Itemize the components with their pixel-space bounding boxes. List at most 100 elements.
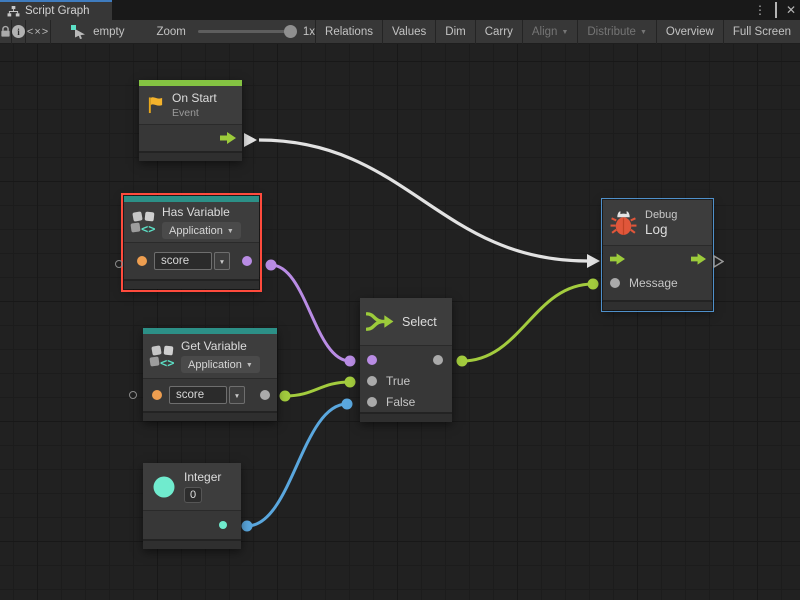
chevron-down-icon: ▼ — [234, 393, 240, 400]
has-variable-floating-input-port[interactable] — [115, 260, 123, 268]
variable-kind-dropdown[interactable]: Application▼ — [162, 222, 241, 239]
script-graph-window: Script Graph ⋮ ✕ i <×> e — [0, 0, 800, 600]
node-select[interactable]: Select True False — [360, 298, 452, 422]
variable-icon: <> — [149, 344, 175, 368]
wire-getvariable-to-true-endpoint[interactable] — [345, 377, 356, 388]
wire-hasvariable-to-select[interactable] — [271, 265, 350, 361]
wire-select-to-message-endpoint[interactable] — [588, 279, 599, 290]
variable-name-dropdown-button[interactable]: ▼ — [229, 386, 245, 404]
tab-title: Script Graph — [25, 5, 90, 17]
wire-onstart-to-log-arrow[interactable] — [587, 254, 600, 268]
node-title: On Start — [172, 91, 217, 105]
node-on-start[interactable]: On Start Event — [139, 80, 242, 161]
selection-status-label: empty — [93, 26, 124, 38]
value-output-port[interactable] — [260, 390, 270, 400]
align-dropdown[interactable]: Align▼ — [523, 20, 578, 44]
zoom-slider[interactable] — [198, 30, 293, 33]
wire-integer-to-false-endpoint[interactable] — [342, 399, 353, 410]
false-input-port[interactable] — [367, 397, 377, 407]
node-title: Get Variable — [181, 339, 260, 353]
zoom-label: Zoom — [156, 26, 185, 38]
distribute-dropdown[interactable]: Distribute▼ — [578, 20, 656, 44]
true-port-label: True — [386, 374, 410, 388]
tab-bar: Script Graph ⋮ ✕ — [0, 0, 800, 20]
node-integer[interactable]: Integer 0 — [143, 463, 241, 549]
chevron-down-icon: ▼ — [219, 259, 225, 266]
carry-button[interactable]: Carry — [476, 20, 522, 44]
wire-getvariable-to-true[interactable] — [285, 382, 350, 396]
info-button[interactable]: i — [12, 25, 25, 38]
value-output-port[interactable] — [219, 521, 227, 529]
node-category: Debug — [645, 209, 677, 221]
variable-icon: <> — [130, 210, 156, 234]
window-controls: ⋮ ✕ — [754, 0, 796, 20]
message-input-port[interactable] — [610, 278, 620, 288]
select-merge-icon — [366, 310, 395, 333]
tab-script-graph[interactable]: Script Graph — [0, 0, 112, 20]
chevron-down-icon: ▼ — [246, 362, 253, 369]
node-debug-log[interactable]: Debug Log Message — [603, 200, 712, 310]
message-port-label: Message — [629, 276, 678, 290]
variable-name-dropdown-button[interactable]: ▼ — [214, 252, 230, 270]
get-variable-floating-input-port[interactable] — [129, 391, 137, 399]
wire-getvariable-to-true-endpoint[interactable] — [280, 391, 291, 402]
wire-onstart-to-log-arrow[interactable] — [244, 133, 257, 147]
zoom-value: 1x — [303, 26, 315, 38]
node-title: Select — [402, 315, 437, 329]
lock-icon — [0, 25, 11, 38]
name-input-port[interactable] — [152, 390, 162, 400]
true-input-port[interactable] — [367, 376, 377, 386]
info-icon: i — [12, 25, 25, 38]
wire-hasvariable-to-select-endpoint[interactable] — [266, 260, 277, 271]
name-input-port[interactable] — [137, 256, 147, 266]
svg-text:<>: <> — [160, 356, 174, 368]
node-subtitle: Event — [172, 107, 217, 119]
svg-text:<>: <> — [141, 222, 155, 234]
selection-status: empty — [71, 25, 124, 39]
values-button[interactable]: Values — [383, 20, 435, 44]
flow-output-port[interactable] — [691, 253, 706, 265]
graph-canvas[interactable]: On Start Event <> — [0, 44, 800, 600]
flag-icon — [147, 96, 164, 114]
selection-output-port[interactable] — [433, 355, 443, 365]
integer-circle-icon — [153, 476, 175, 498]
maximize-icon[interactable] — [775, 0, 777, 20]
chevron-down-icon: ▼ — [640, 29, 647, 36]
kebab-menu-icon[interactable]: ⋮ — [754, 0, 766, 20]
result-output-port[interactable] — [242, 256, 252, 266]
flow-input-port[interactable] — [610, 253, 625, 265]
node-get-variable[interactable]: <> Get Variable Application▼ score ▼ — [143, 328, 277, 421]
brackets-button[interactable]: <×> — [26, 26, 50, 38]
wire-onstart-to-log[interactable] — [259, 140, 587, 261]
false-port-label: False — [386, 395, 415, 409]
full-screen-button[interactable]: Full Screen — [724, 20, 800, 44]
zoom-slider-handle[interactable] — [284, 25, 297, 38]
zoom-control: Zoom 1x — [156, 26, 315, 38]
graph-icon — [7, 6, 20, 17]
condition-input-port[interactable] — [367, 355, 377, 365]
overview-button[interactable]: Overview — [657, 20, 723, 44]
node-title: Integer — [184, 470, 221, 484]
brackets-icon: <×> — [27, 26, 49, 38]
wire-select-to-message[interactable] — [462, 284, 593, 361]
close-icon[interactable]: ✕ — [786, 0, 796, 20]
integer-value-field[interactable]: 0 — [184, 487, 202, 503]
bug-icon — [610, 209, 637, 237]
node-has-variable[interactable]: <> Has Variable Application▼ score ▼ — [124, 196, 259, 289]
relations-button[interactable]: Relations — [316, 20, 382, 44]
flow-output-port[interactable] — [220, 132, 236, 144]
wire-integer-to-false[interactable] — [247, 404, 347, 526]
dim-button[interactable]: Dim — [436, 20, 474, 44]
wire-select-to-message-endpoint[interactable] — [457, 356, 468, 367]
variable-name-field[interactable]: score — [154, 252, 212, 270]
variable-name-field[interactable]: score — [169, 386, 227, 404]
lock-button[interactable] — [0, 25, 11, 38]
debug-log-unconnected-flow-port[interactable] — [713, 255, 724, 268]
wire-hasvariable-to-select-endpoint[interactable] — [345, 356, 356, 367]
variable-kind-dropdown[interactable]: Application▼ — [181, 356, 260, 373]
wire-integer-to-false-endpoint[interactable] — [242, 521, 253, 532]
toolbar: i <×> empty Zoom 1x Relations Values Dim — [0, 20, 800, 44]
node-title: Has Variable — [162, 205, 241, 219]
node-title: Log — [645, 222, 677, 237]
chevron-down-icon: ▼ — [227, 228, 234, 235]
